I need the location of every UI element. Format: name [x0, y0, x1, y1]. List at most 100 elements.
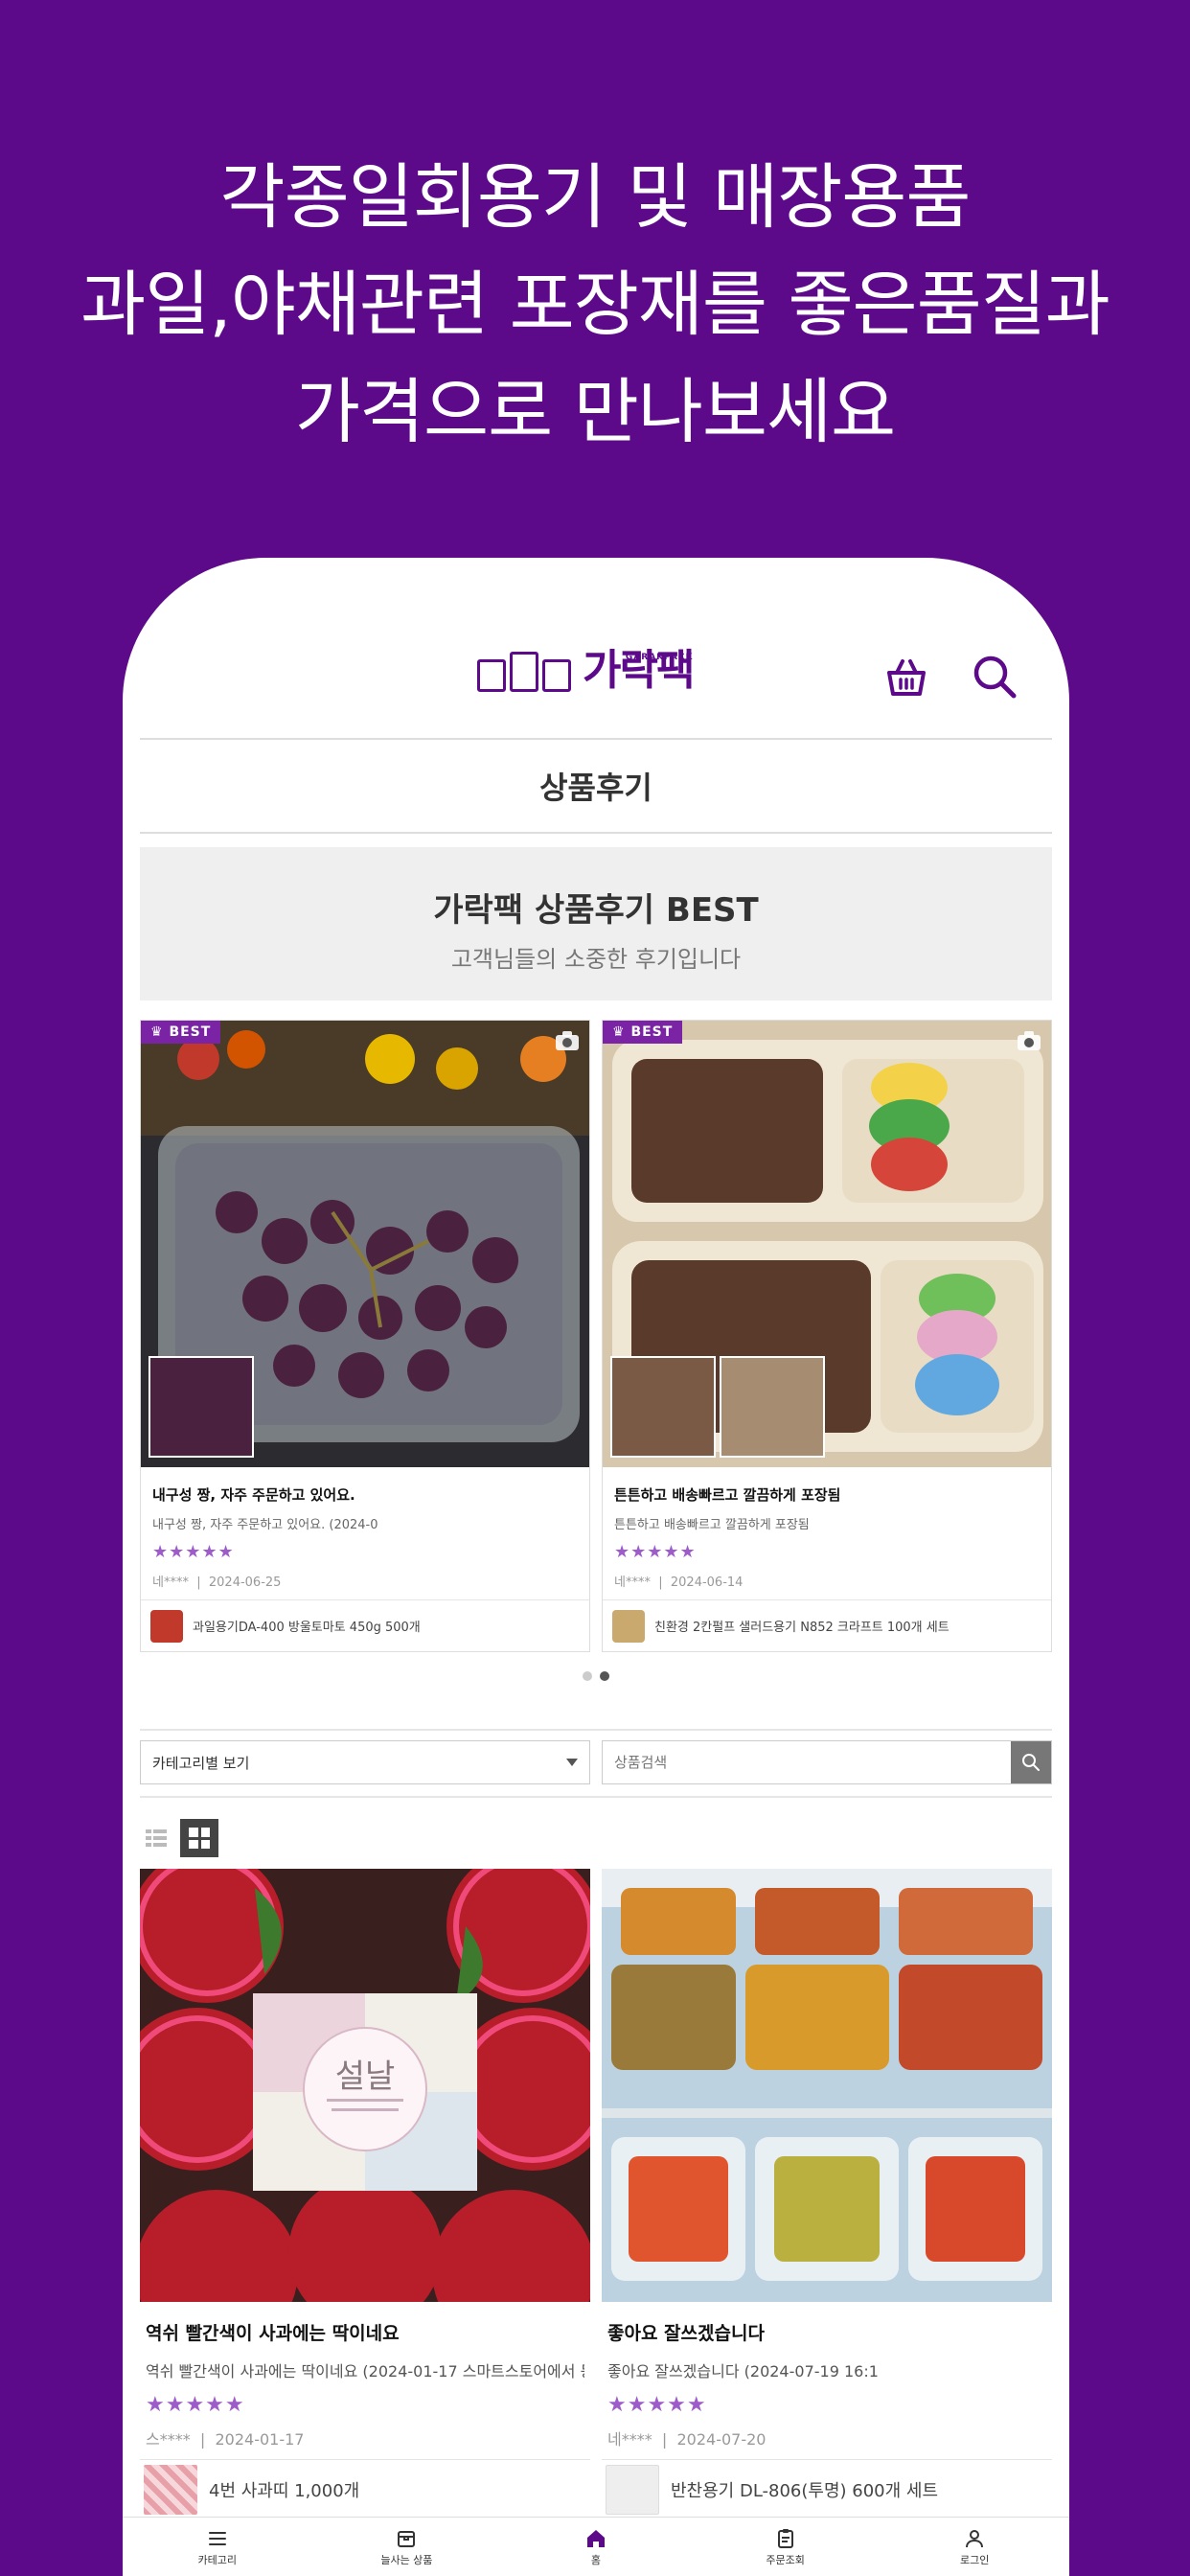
- carousel-pagination: [583, 1671, 609, 1681]
- review-thumb-inset[interactable]: [610, 1356, 716, 1458]
- review-meta: 스**** | 2024-01-17: [146, 2426, 584, 2450]
- camera-icon: [1018, 1031, 1041, 1050]
- review-photo[interactable]: ♛ BEST: [603, 1021, 1051, 1467]
- review-thumb-inset[interactable]: [720, 1356, 825, 1458]
- menu-icon: [208, 2531, 226, 2545]
- review-card[interactable]: 좋아요 잘쓰겠습니다 좋아요 잘쓰겠습니다 (2024-07-19 16:1 ★…: [602, 1869, 1052, 2518]
- review-date: 2024-06-25: [208, 1576, 282, 1590]
- product-thumbnail: [606, 2464, 659, 2515]
- meta-separator: |: [658, 1576, 663, 1590]
- category-select[interactable]: 카테고리별 보기: [140, 1740, 590, 1784]
- review-title: 내구성 짱, 자주 주문하고 있어요.: [152, 1486, 355, 1504]
- review-photo[interactable]: [602, 1869, 1052, 2302]
- search-button[interactable]: [1011, 1741, 1051, 1783]
- side-dish-photo: [602, 1869, 1052, 2302]
- review-thumb-inset[interactable]: [149, 1356, 254, 1458]
- review-date: 2024-07-20: [676, 2430, 767, 2449]
- best-reviews-banner: 가락팩 상품후기 BEST 고객님들의 소중한 후기입니다: [140, 847, 1052, 1000]
- category-select-label: 카테고리별 보기: [152, 1754, 250, 1772]
- product-name: 과일용기DA-400 방울토마토 450g 500개: [193, 1621, 421, 1635]
- logo-boxes-icon: [477, 652, 571, 692]
- best-badge: ♛ BEST: [141, 1021, 221, 1044]
- rating-stars: ★★★★★: [607, 2393, 707, 2417]
- product-thumbnail: [144, 2464, 197, 2515]
- app-header: 가락팩 GARAKPACK: [123, 558, 1069, 738]
- product-name: 친환경 2칸펄프 샐러드용기 N852 크라프트 100개 세트: [654, 1621, 950, 1635]
- review-excerpt: 튼튼하고 배송빠르고 깔끔하게 포장됨: [614, 1518, 810, 1532]
- review-meta: 네**** | 2024-07-20: [607, 2426, 1046, 2450]
- review-excerpt: 좋아요 잘쓰겠습니다 (2024-07-19 16:1: [607, 2362, 879, 2380]
- review-product-link[interactable]: 친환경 2칸펄프 샐러드용기 N852 크라프트 100개 세트: [603, 1599, 1051, 1651]
- review-photo[interactable]: 설날: [140, 1869, 590, 2302]
- box-icon: [398, 2530, 416, 2547]
- review-title: 튼튼하고 배송빠르고 깔끔하게 포장됨: [614, 1486, 841, 1504]
- review-product-link[interactable]: 4번 사과띠 1,000개: [140, 2459, 590, 2518]
- review-author: 네****: [607, 2430, 652, 2449]
- divider: [140, 1796, 1052, 1798]
- pagination-dot-active[interactable]: [600, 1671, 609, 1681]
- view-toggle: [144, 1819, 218, 1857]
- promo-headline: 각종일회용기 및 매장용품 과일,야채관련 포장재를 좋은품질과 가격으로 만나…: [0, 144, 1190, 466]
- list-view-icon[interactable]: [144, 1826, 169, 1851]
- search-icon[interactable]: [972, 654, 1018, 700]
- best-review-card[interactable]: ♛ BEST 내구성 짱, 자주 주문하고 있어요. 내구성 짱, 자주 주문하…: [140, 1020, 590, 1652]
- review-author: 네****: [152, 1576, 189, 1590]
- camera-icon: [556, 1031, 579, 1050]
- clipboard-icon: [777, 2528, 793, 2548]
- review-product-link[interactable]: 반찬용기 DL-806(투명) 600개 세트: [602, 2459, 1052, 2518]
- review-meta: 네**** | 2024-06-14: [614, 1572, 1040, 1590]
- product-thumbnail: [612, 1609, 645, 1643]
- promo-line-2: 과일,야채관련 포장재를 좋은품질과: [80, 264, 1110, 346]
- review-title: 역쉬 빨간색이 사과에는 딱이네요: [146, 2323, 400, 2344]
- promo-line-1: 각종일회용기 및 매장용품: [219, 156, 972, 239]
- tab-login[interactable]: 로그인: [880, 2518, 1069, 2576]
- brand-logo[interactable]: 가락팩 GARAKPACK: [477, 646, 695, 695]
- review-excerpt: 내구성 짱, 자주 주문하고 있어요. (2024-0: [152, 1518, 378, 1532]
- best-review-card[interactable]: ♛ BEST 튼튼하고 배송빠르고 깔끔하게 포장됨 튼튼하고 배송빠르고 깔끔…: [602, 1020, 1052, 1652]
- phone-frame: 가락팩 GARAKPACK 상품후기 가락팩 상품후기 BEST 고객님들의 소…: [123, 558, 1069, 2576]
- tab-label: 로그인: [959, 2553, 990, 2566]
- best-title: 가락팩 상품후기 BEST: [433, 891, 759, 930]
- home-icon: [586, 2529, 605, 2547]
- apple-photo: 설날: [140, 1869, 590, 2302]
- best-review-carousel[interactable]: ♛ BEST 내구성 짱, 자주 주문하고 있어요. 내구성 짱, 자주 주문하…: [140, 1020, 1052, 1652]
- logo-wordmark: 가락팩 GARAKPACK: [583, 646, 695, 695]
- basket-icon[interactable]: [883, 654, 929, 700]
- review-date: 2024-06-14: [670, 1576, 744, 1590]
- tab-label: 늘사는 상품: [380, 2553, 433, 2566]
- review-meta: 네**** | 2024-06-25: [152, 1572, 578, 1590]
- photo-caption: 설날: [335, 2058, 396, 2096]
- tab-order-lookup[interactable]: 주문조회: [691, 2518, 881, 2576]
- tab-home[interactable]: 홈: [501, 2518, 691, 2576]
- review-product-link[interactable]: 과일용기DA-400 방울토마토 450g 500개: [141, 1599, 589, 1651]
- rating-stars: ★★★★★: [152, 1542, 235, 1562]
- review-photo[interactable]: ♛ BEST: [141, 1021, 589, 1467]
- rating-stars: ★★★★★: [146, 2393, 245, 2417]
- promo-line-3: 가격으로 만나보세요: [294, 371, 896, 453]
- review-card[interactable]: 설날 역쉬 빨간색이 사과에는 딱이네요 역쉬 빨간색이 사과에는 딱이네요 (…: [140, 1869, 590, 2518]
- best-badge: ♛ BEST: [603, 1021, 683, 1044]
- review-excerpt: 역쉬 빨간색이 사과에는 딱이네요 (2024-01-17 스마트스토어에서 등: [146, 2362, 584, 2380]
- review-author: 스****: [146, 2430, 191, 2449]
- meta-separator: |: [661, 2430, 668, 2449]
- chevron-down-icon: [566, 1759, 578, 1766]
- tab-label: 카테고리: [197, 2553, 238, 2566]
- grid-view-icon[interactable]: [180, 1819, 218, 1857]
- meta-separator: |: [199, 2430, 206, 2449]
- review-date: 2024-01-17: [215, 2430, 305, 2449]
- tab-label: 홈: [590, 2553, 602, 2566]
- divider: [140, 1729, 1052, 1731]
- meta-separator: |: [196, 1576, 201, 1590]
- tab-frequent-products[interactable]: 늘사는 상품: [312, 2518, 502, 2576]
- review-grid: 설날 역쉬 빨간색이 사과에는 딱이네요 역쉬 빨간색이 사과에는 딱이네요 (…: [140, 1869, 1052, 2518]
- best-subtitle: 고객님들의 소중한 후기입니다: [450, 946, 742, 973]
- product-thumbnail: [150, 1609, 183, 1643]
- product-name: 반찬용기 DL-806(투명) 600개 세트: [671, 2480, 939, 2501]
- product-search: [602, 1740, 1052, 1784]
- tab-category[interactable]: 카테고리: [123, 2518, 312, 2576]
- bottom-tab-bar: 카테고리 늘사는 상품 홈 주문조회 로그인: [123, 2517, 1069, 2576]
- filter-bar: 카테고리별 보기: [140, 1740, 1052, 1784]
- product-search-input[interactable]: [603, 1741, 1011, 1783]
- pagination-dot[interactable]: [583, 1671, 592, 1681]
- tab-label: 주문조회: [766, 2553, 805, 2566]
